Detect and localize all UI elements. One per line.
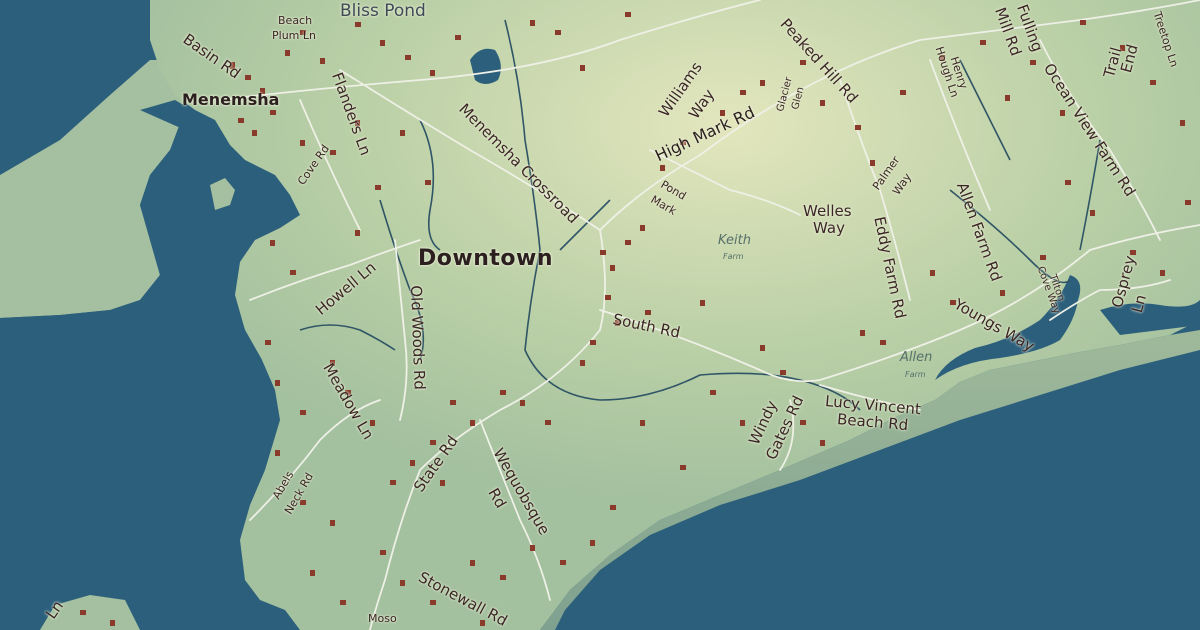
label-allen-sub: Farm — [905, 370, 926, 379]
label-keith-sub: Farm — [723, 252, 744, 261]
label-allen: Allen — [900, 350, 933, 365]
map-view[interactable]: Bliss Pond Menemsha Downtown Beach Plum … — [0, 0, 1200, 630]
map-canvas — [0, 0, 1200, 630]
label-moso: Moso — [368, 612, 397, 625]
label-downtown: Downtown — [418, 246, 553, 271]
label-old-woods-rd: Old Woods Rd — [407, 285, 429, 391]
label-bliss-pond: Bliss Pond — [340, 1, 426, 21]
label-keith: Keith — [718, 233, 752, 248]
label-beach-plum-1: Beach — [278, 14, 313, 27]
label-welles-1: Welles — [803, 202, 852, 220]
label-beach-plum-2: Plum Ln — [272, 29, 316, 42]
label-menemsha: Menemsha — [182, 90, 280, 109]
label-welles-2: Way — [813, 219, 845, 237]
